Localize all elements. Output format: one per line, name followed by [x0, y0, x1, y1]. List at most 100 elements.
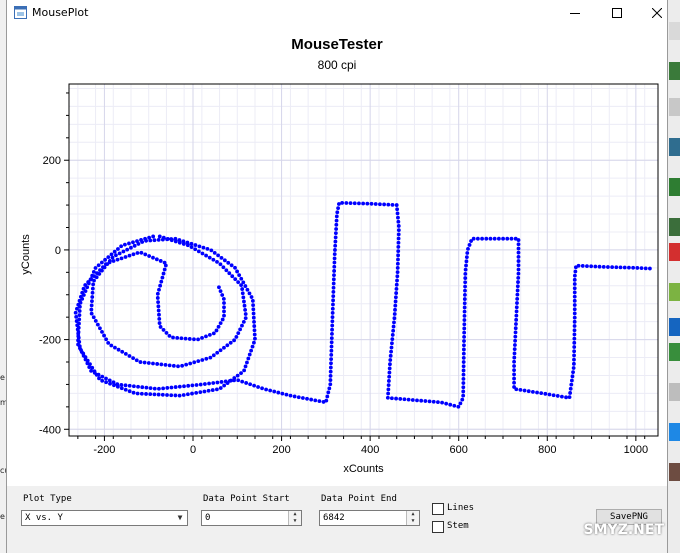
data-point	[572, 298, 577, 303]
data-point	[564, 395, 568, 400]
data-point	[348, 201, 353, 206]
data-point	[513, 326, 518, 331]
data-point-start-field[interactable]: 0 ▲ ▼	[201, 510, 302, 526]
data-point	[215, 380, 220, 385]
stem-checkbox[interactable]	[432, 521, 444, 533]
data-point	[120, 349, 125, 354]
data-point	[249, 295, 254, 299]
data-point	[484, 236, 489, 241]
data-point	[204, 253, 208, 258]
close-button[interactable]	[637, 0, 677, 26]
data-point	[631, 265, 636, 270]
data-point	[237, 273, 242, 277]
data-point	[236, 280, 241, 285]
data-point	[515, 284, 520, 289]
maximize-button[interactable]	[597, 0, 637, 26]
data-point	[467, 243, 472, 247]
data-point	[194, 383, 199, 387]
data-point	[179, 336, 184, 341]
plot-type-value: X vs. Y	[25, 513, 63, 523]
data-point	[396, 215, 400, 220]
data-point	[125, 247, 130, 252]
data-point	[148, 392, 153, 397]
data-point	[386, 391, 391, 396]
plot-type-label: Plot Type	[23, 494, 72, 504]
spin-up-icon[interactable]: ▲	[407, 511, 419, 518]
data-point	[104, 376, 108, 381]
plot-type-select[interactable]: X vs. Y ▼	[21, 510, 188, 526]
data-point	[391, 328, 396, 333]
title-bar[interactable]: MousePlot	[7, 0, 667, 26]
data-point	[218, 386, 223, 390]
lines-checkbox[interactable]	[432, 503, 444, 515]
data-point	[233, 277, 238, 282]
data-point	[134, 358, 139, 363]
data-point	[462, 326, 467, 331]
data-point	[329, 357, 334, 361]
scatter-plot[interactable]: -200 0 200 400 600 800 1000 -400 -200 0 200 MouseT…	[7, 26, 667, 486]
data-point	[329, 361, 333, 366]
data-point	[330, 327, 334, 332]
data-point	[180, 363, 185, 368]
data-point	[233, 265, 237, 270]
data-point-end-spinner[interactable]: ▲ ▼	[406, 511, 419, 525]
background-label: e	[0, 512, 5, 521]
app-icon	[14, 6, 27, 19]
data-point	[460, 397, 465, 402]
data-point	[395, 278, 399, 283]
data-point	[515, 288, 520, 293]
data-point	[117, 251, 122, 256]
minimize-button[interactable]	[555, 0, 595, 26]
data-point	[160, 237, 165, 242]
data-point	[224, 268, 229, 273]
data-point	[189, 241, 194, 246]
data-point	[386, 383, 391, 388]
data-point	[514, 309, 519, 314]
data-point	[158, 325, 163, 329]
data-point	[202, 389, 207, 394]
data-point	[98, 326, 102, 331]
data-point	[543, 391, 548, 396]
data-point	[173, 393, 178, 398]
data-point	[518, 388, 523, 392]
spin-up-icon[interactable]: ▲	[289, 511, 301, 518]
data-point	[427, 399, 432, 404]
data-point	[387, 374, 392, 379]
data-point	[230, 274, 235, 279]
data-point-end-field[interactable]: 6842 ▲ ▼	[319, 510, 420, 526]
spin-down-icon[interactable]: ▼	[407, 518, 419, 525]
data-point	[514, 305, 519, 310]
data-point	[264, 387, 268, 392]
data-point	[216, 324, 221, 329]
data-point	[171, 335, 175, 340]
data-point	[127, 389, 132, 394]
data-point	[73, 310, 78, 315]
data-point	[514, 387, 519, 392]
data-point-start-spinner[interactable]: ▲ ▼	[288, 511, 301, 525]
data-point	[395, 274, 400, 279]
data-point	[332, 269, 337, 273]
data-point	[119, 256, 124, 261]
data-point	[131, 252, 136, 257]
data-point	[515, 292, 520, 297]
data-point	[386, 387, 391, 392]
data-point	[184, 362, 189, 367]
data-point	[337, 202, 341, 206]
spin-down-icon[interactable]: ▼	[289, 518, 301, 525]
data-point	[329, 340, 334, 345]
data-point	[74, 315, 79, 319]
data-point	[357, 201, 361, 206]
data-point	[480, 236, 484, 241]
data-point	[228, 340, 233, 345]
data-point	[406, 397, 411, 402]
data-point	[296, 395, 301, 400]
data-point	[385, 395, 390, 400]
background-tile	[669, 218, 680, 236]
data-point	[394, 286, 399, 291]
data-point	[249, 348, 254, 353]
data-point	[333, 231, 338, 236]
data-point	[573, 269, 578, 274]
data-point	[327, 386, 332, 391]
data-point	[78, 346, 82, 351]
data-point	[390, 333, 395, 337]
